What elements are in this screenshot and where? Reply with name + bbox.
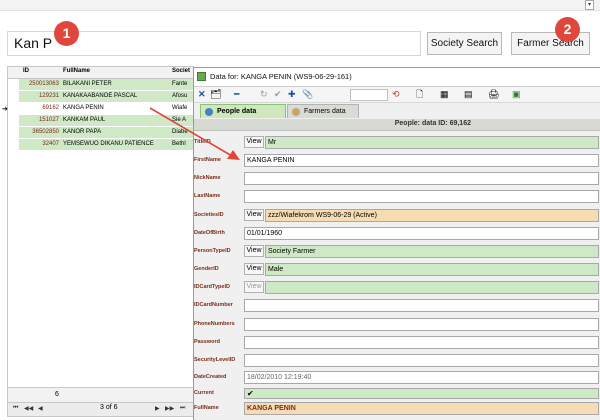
arrow-line bbox=[149, 107, 233, 157]
annotation-arrow bbox=[149, 107, 240, 160]
